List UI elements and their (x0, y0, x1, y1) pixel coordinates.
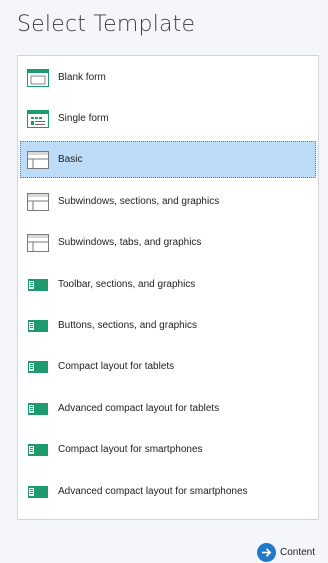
basic-layout-icon (27, 150, 49, 169)
template-item-compact-smartphones[interactable]: Compact layout for smartphones (20, 431, 316, 468)
compact-layout-icon (27, 483, 49, 501)
compact-layout-icon (27, 400, 49, 418)
compact-layout-icon (27, 441, 49, 459)
template-item-basic[interactable]: Basic (20, 141, 316, 178)
template-item-toolbar-sections[interactable]: Toolbar, sections, and graphics (20, 266, 316, 303)
template-list[interactable]: Blank form Single form Basic Subwindows,… (17, 55, 319, 520)
template-label: Buttons, sections, and graphics (58, 320, 197, 331)
template-item-buttons-sections[interactable]: Buttons, sections, and graphics (20, 307, 316, 344)
template-label: Compact layout for tablets (58, 361, 175, 372)
template-item-advanced-compact-tablets[interactable]: Advanced compact layout for tablets (20, 390, 316, 427)
page-title: Select Template (17, 12, 196, 37)
template-label: Subwindows, tabs, and graphics (58, 237, 202, 248)
template-label: Single form (58, 113, 109, 124)
template-item-compact-tablets[interactable]: Compact layout for tablets (20, 348, 316, 385)
next-content-label: Content (279, 547, 315, 558)
template-item-blank-form[interactable]: Blank form (20, 59, 316, 96)
template-item-advanced-compact-smartphones[interactable]: Advanced compact layout for smartphones (20, 473, 316, 510)
template-item-single-form[interactable]: Single form (20, 100, 316, 137)
subwindows-sections-icon (27, 192, 49, 211)
arrow-right-circle-icon (256, 543, 276, 562)
template-label: Blank form (58, 72, 106, 83)
toolbar-layout-icon (27, 276, 49, 294)
template-label: Basic (58, 154, 83, 165)
blank-form-icon (27, 68, 49, 87)
next-content-button[interactable]: Content (256, 543, 315, 562)
template-item-subwindows-sections[interactable]: Subwindows, sections, and graphics (20, 183, 316, 220)
single-form-icon (27, 109, 49, 128)
template-label: Advanced compact layout for tablets (58, 403, 220, 414)
template-label: Subwindows, sections, and graphics (58, 196, 220, 207)
buttons-layout-icon (27, 317, 49, 335)
template-label: Toolbar, sections, and graphics (58, 279, 196, 290)
template-label: Compact layout for smartphones (58, 444, 203, 455)
template-label: Advanced compact layout for smartphones (58, 486, 248, 497)
template-item-subwindows-tabs[interactable]: Subwindows, tabs, and graphics (20, 224, 316, 261)
subwindows-tabs-icon (27, 233, 49, 252)
compact-layout-icon (27, 358, 49, 376)
